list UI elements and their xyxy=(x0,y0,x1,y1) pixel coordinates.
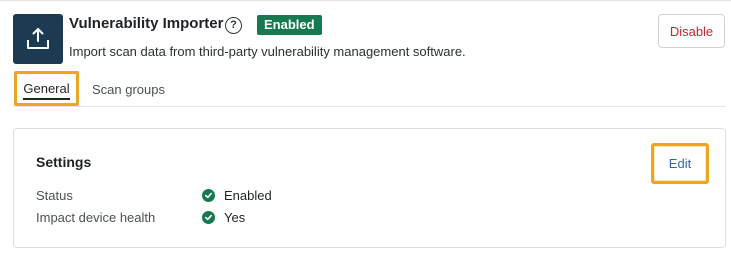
tab-general[interactable]: General xyxy=(14,71,79,106)
tabs-divider xyxy=(13,106,726,107)
edit-button[interactable]: Edit xyxy=(651,143,709,184)
app-title: Vulnerability Importer xyxy=(69,15,224,32)
check-circle-icon xyxy=(202,189,215,202)
top-divider xyxy=(0,0,731,1)
status-label: Status xyxy=(36,188,73,203)
upload-tray-icon xyxy=(13,14,63,64)
impact-device-health-value: Yes xyxy=(202,210,245,225)
app-description: Import scan data from third-party vulner… xyxy=(69,44,466,59)
status-value: Enabled xyxy=(202,188,272,203)
impact-device-health-value-text: Yes xyxy=(224,210,246,225)
tab-general-label: General xyxy=(23,81,70,96)
status-value-text: Enabled xyxy=(224,188,272,203)
active-tab-indicator xyxy=(23,98,70,100)
impact-device-health-label: Impact device health xyxy=(36,210,156,225)
settings-title: Settings xyxy=(36,154,92,170)
status-badge: Enabled xyxy=(257,15,322,35)
check-circle-icon xyxy=(202,211,215,224)
tab-scan-groups[interactable]: Scan groups xyxy=(92,82,165,97)
help-icon[interactable]: ? xyxy=(225,17,242,34)
app-settings-page: Vulnerability Importer ? Enabled Import … xyxy=(0,0,731,254)
settings-card: Settings Edit Status Enabled Impact devi… xyxy=(13,128,726,248)
disable-button[interactable]: Disable xyxy=(658,14,725,48)
